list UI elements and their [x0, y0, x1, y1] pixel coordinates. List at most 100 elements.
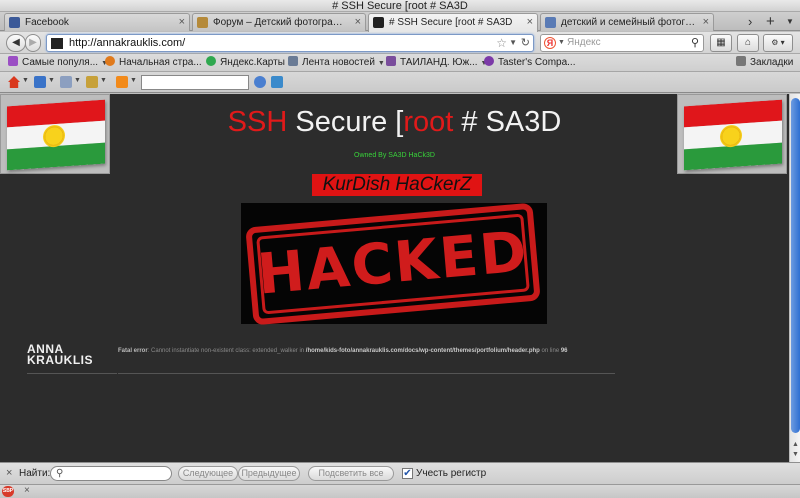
translate-icon[interactable] — [271, 76, 283, 88]
bookmark-news-feed[interactable]: Лента новостей ▼ — [288, 54, 385, 72]
navigation-toolbar: ◀ ▶ http://annakrauklis.com/ ☆ ▼ ↻ Я ▼ Я… — [0, 32, 800, 54]
bookmark-label: ТАИЛАНД. Юж... — [400, 57, 478, 68]
firefox-icon — [105, 56, 115, 66]
bookmark-tasters[interactable]: Taster's Compa... — [484, 54, 576, 72]
hacked-stamp-image: HACKED — [241, 202, 547, 326]
addon-search-input[interactable] — [141, 75, 249, 90]
note-icon[interactable] — [86, 76, 98, 88]
addon-status-icon[interactable]: SBP — [2, 486, 14, 497]
vertical-scrollbar[interactable]: ▲ ▼ — [789, 94, 800, 462]
chevron-down-icon[interactable]: ▼ — [22, 77, 29, 84]
bookmark-label: Яндекс.Карты — [220, 57, 285, 68]
tab-scroll-right-icon[interactable]: › — [748, 14, 752, 29]
find-label: Найти: — [19, 468, 51, 479]
chevron-down-icon[interactable]: ▼ — [130, 77, 137, 84]
divider — [27, 373, 117, 374]
search-icon[interactable] — [254, 76, 266, 88]
site-favicon-icon — [51, 38, 63, 49]
history-dropdown-icon[interactable]: ▼ — [509, 35, 517, 51]
bookmark-most-visited[interactable]: Самые популя... ▼ — [8, 54, 108, 72]
headline-root: root — [403, 106, 454, 138]
tab-label: # SSH Secure [root # SA3D — [389, 17, 513, 28]
search-icon[interactable]: ⚲ — [691, 35, 699, 51]
tab-ssh-secure[interactable]: # SSH Secure [root # SA3D × — [368, 13, 538, 32]
reload-icon[interactable]: ↻ — [521, 35, 530, 51]
close-status-icon[interactable]: × — [24, 485, 30, 496]
tab-photographer[interactable]: детский и семейный фотограф... × — [540, 13, 714, 31]
rss-icon — [288, 56, 298, 66]
search-placeholder: Яндекс — [567, 37, 601, 48]
bookmark-label: Самые популя... — [22, 57, 99, 68]
home-button[interactable]: ⌂ — [737, 34, 759, 52]
bookmarks-sidebar-button[interactable]: ▦ — [710, 34, 732, 52]
bookmark-star-icon[interactable]: ☆ — [496, 35, 507, 51]
bookmark-start-page[interactable]: Начальная стра... — [105, 54, 202, 72]
site-favicon-icon — [373, 17, 384, 28]
tab-strip: Facebook × Форум – Детский фотограф, вс.… — [0, 12, 800, 32]
find-previous-button[interactable]: Предыдущее — [238, 466, 300, 481]
error-path: /home/kids-foto/annakrauklis.com/docs/wp… — [305, 348, 540, 354]
match-case-checkbox[interactable]: ✔ — [402, 468, 413, 479]
page-icon[interactable] — [34, 76, 46, 88]
forum-favicon-icon — [197, 17, 208, 28]
site-logo[interactable]: ANNA KRAUKLIS — [27, 343, 93, 366]
document-icon[interactable] — [60, 76, 72, 88]
url-text: http://annakrauklis.com/ — [69, 37, 186, 49]
map-icon — [206, 56, 216, 66]
new-tab-plus-icon[interactable]: + — [766, 14, 775, 29]
bookmarks-menu-label: Закладки — [750, 57, 794, 68]
bookmarks-toolbar: Самые популя... ▼ Начальная стра... Яндек… — [0, 54, 800, 72]
kurdish-hackerz-banner: KurDish HaCkerZ — [312, 174, 482, 196]
highlight-all-label: Подсветить все — [318, 468, 384, 478]
headline-ssh: SSH — [227, 106, 288, 138]
close-tab-icon[interactable]: × — [527, 14, 533, 31]
error-line-number: 96 — [560, 348, 568, 354]
home-icon[interactable] — [8, 76, 20, 88]
find-input[interactable]: ⚲ — [50, 466, 172, 481]
bookmarks-menu[interactable]: Закладки — [736, 54, 793, 72]
tab-list-chevron-down-icon[interactable]: ▼ — [786, 14, 794, 29]
database-icon[interactable] — [116, 76, 128, 88]
tab-facebook[interactable]: Facebook × — [4, 13, 190, 31]
page-headline: SSH Secure [root # SA3D — [0, 106, 789, 139]
chevron-down-icon[interactable]: ▼ — [100, 77, 107, 84]
bookmarks-icon — [736, 56, 746, 66]
folder-icon — [386, 56, 396, 66]
menu-gear-icon[interactable]: ⚙ ▾ — [763, 34, 793, 52]
headline-sa3d: # SA3D — [453, 106, 562, 138]
bookmark-thailand[interactable]: ТАИЛАНД. Юж...▼ — [386, 54, 487, 72]
page-viewport: SSH Secure [root # SA3D Owned By SA3D Ha… — [0, 94, 789, 462]
addon-toolbar: ▼ ▼ ▼ ▼ ▼ — [0, 72, 800, 93]
close-tab-icon[interactable]: × — [703, 14, 709, 31]
match-case-label: Учесть регистр — [416, 468, 487, 479]
close-tab-icon[interactable]: × — [179, 14, 185, 31]
scrollbar-thumb[interactable] — [791, 98, 800, 433]
highlight-all-button[interactable]: Подсветить все — [308, 466, 394, 481]
forward-button[interactable]: ▶ — [25, 34, 41, 52]
owned-by-text: Owned By SA3D HaCk3D — [354, 152, 435, 159]
search-icon: ⚲ — [56, 468, 64, 479]
status-bar: SBP × — [0, 484, 800, 498]
tab-label: Форум – Детский фотограф, вс... — [213, 17, 365, 28]
engine-dropdown-icon[interactable]: ▼ — [558, 35, 565, 51]
address-bar[interactable]: http://annakrauklis.com/ ☆ ▼ ↻ — [46, 34, 534, 52]
facebook-favicon-icon — [9, 17, 20, 28]
find-next-button[interactable]: Следующее — [178, 466, 238, 481]
tab-forum[interactable]: Форум – Детский фотограф, вс... × — [192, 13, 366, 31]
bookmark-yandex-maps[interactable]: Яндекс.Карты — [206, 54, 285, 72]
scroll-down-icon[interactable]: ▼ — [791, 450, 800, 459]
chevron-down-icon[interactable]: ▼ — [48, 77, 55, 84]
yandex-icon[interactable]: Я — [544, 37, 556, 49]
search-input[interactable]: Я ▼ Яндекс ⚲ — [540, 34, 704, 52]
scroll-up-icon[interactable]: ▲ — [791, 440, 800, 449]
headline-secure: Secure [ — [287, 106, 404, 138]
back-button[interactable]: ◀ — [6, 34, 26, 52]
error-line-text: on line — [539, 348, 561, 354]
close-find-icon[interactable]: × — [6, 467, 12, 479]
folder-icon — [8, 56, 18, 66]
bookmark-label: Taster's Compa... — [498, 57, 576, 68]
chevron-down-icon[interactable]: ▼ — [74, 77, 81, 84]
yahoo-icon — [484, 56, 494, 66]
close-tab-icon[interactable]: × — [355, 14, 361, 31]
bookmark-label: Начальная стра... — [119, 57, 202, 68]
